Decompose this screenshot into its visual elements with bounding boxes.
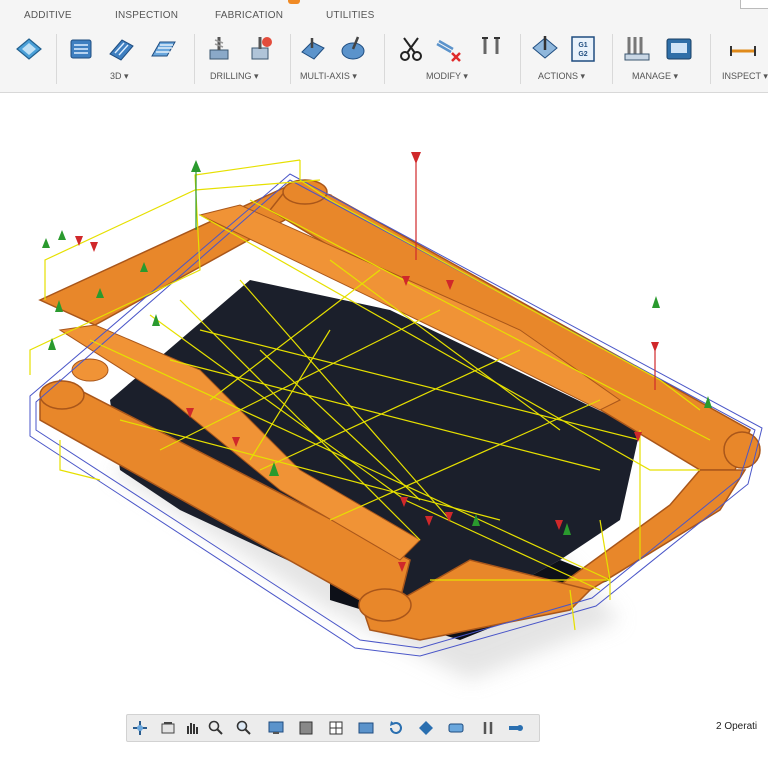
boss-left-mid (71, 358, 109, 382)
group-label-inspect[interactable]: INSPECT ▾ (722, 71, 768, 82)
rotate-icon[interactable] (387, 719, 405, 737)
simulate-icon[interactable] (530, 34, 560, 64)
tab-fabrication[interactable]: FABRICATION (215, 10, 283, 21)
group-label-actions[interactable]: ACTIONS ▾ (538, 71, 585, 82)
group-drilling: DRILLING ▾ (198, 28, 288, 90)
separator (612, 34, 613, 84)
group-label-modify[interactable]: MODIFY ▾ (426, 71, 468, 82)
group-inspect: INSPECT ▾ (714, 28, 768, 90)
group-modify: MODIFY ▾ (388, 28, 516, 90)
object-visibility-icon[interactable] (507, 719, 525, 737)
group-label-drilling[interactable]: DRILLING ▾ (210, 71, 259, 82)
orbit-icon[interactable] (131, 719, 149, 737)
adaptive-3d-icon[interactable] (106, 34, 136, 64)
group-label-manage[interactable]: MANAGE ▾ (632, 71, 678, 82)
pan-icon[interactable] (183, 719, 201, 737)
zoom-icon[interactable] (235, 719, 253, 737)
separator (710, 34, 711, 84)
display-settings-icon[interactable] (267, 719, 285, 737)
separator (194, 34, 195, 84)
tool-icon[interactable] (476, 34, 506, 64)
grid-icon[interactable] (327, 719, 345, 737)
active-workspace-marker (288, 0, 300, 4)
navigation-bar (126, 714, 540, 742)
surface-icon[interactable] (14, 34, 44, 64)
environment-icon[interactable] (447, 719, 465, 737)
delete-toolpath-icon[interactable] (434, 34, 464, 64)
drill-probe-icon[interactable] (244, 34, 274, 64)
canvas-viewport[interactable] (0, 93, 768, 768)
look-at-icon[interactable] (159, 719, 177, 737)
boss-back-left (39, 380, 85, 410)
group-2d (0, 28, 52, 90)
effects-icon[interactable] (479, 719, 497, 737)
boss-front (358, 588, 412, 622)
cam-model-view[interactable] (0, 93, 768, 768)
separator (56, 34, 57, 84)
view-cube-icon[interactable] (417, 719, 435, 737)
zoom-window-icon[interactable] (207, 719, 225, 737)
svg-text:G1: G1 (578, 42, 587, 49)
multiaxis-contour-icon[interactable] (338, 34, 368, 64)
drill-icon[interactable] (204, 34, 234, 64)
ribbon-tabs: ADDITIVE INSPECTION FABRICATION UTILITIE… (0, 6, 768, 26)
post-process-icon[interactable]: G1 G2 (568, 34, 598, 64)
group-label-3d[interactable]: 3D ▾ (110, 71, 129, 82)
group-label-multiaxis[interactable]: MULTI-AXIS ▾ (300, 71, 357, 82)
svg-text:G2: G2 (578, 51, 587, 58)
boss-right (723, 431, 761, 469)
tool-library-icon[interactable] (622, 34, 652, 64)
group-3d: 3D ▾ (60, 28, 190, 90)
toolbar-ribbon: ADDITIVE INSPECTION FABRICATION UTILITIE… (0, 0, 768, 93)
operations-status: 2 Operati (716, 721, 758, 732)
machine-icon[interactable] (664, 34, 694, 64)
separator (290, 34, 291, 84)
viewports-icon[interactable] (357, 719, 375, 737)
visual-style-icon[interactable] (297, 719, 315, 737)
tab-inspection[interactable]: INSPECTION (115, 10, 178, 21)
tab-additive[interactable]: ADDITIVE (24, 10, 72, 21)
parallel-3d-icon[interactable] (148, 34, 178, 64)
group-actions: G1 G2 ACTIONS ▾ (524, 28, 608, 90)
scissors-icon[interactable] (396, 34, 426, 64)
group-manage: MANAGE ▾ (616, 28, 706, 90)
pocket-3d-icon[interactable] (66, 34, 96, 64)
separator (384, 34, 385, 84)
swarf-icon[interactable] (298, 34, 328, 64)
measure-icon[interactable] (728, 34, 758, 64)
separator (520, 34, 521, 84)
tab-utilities[interactable]: UTILITIES (326, 10, 374, 21)
group-multiaxis: MULTI-AXIS ▾ (294, 28, 380, 90)
